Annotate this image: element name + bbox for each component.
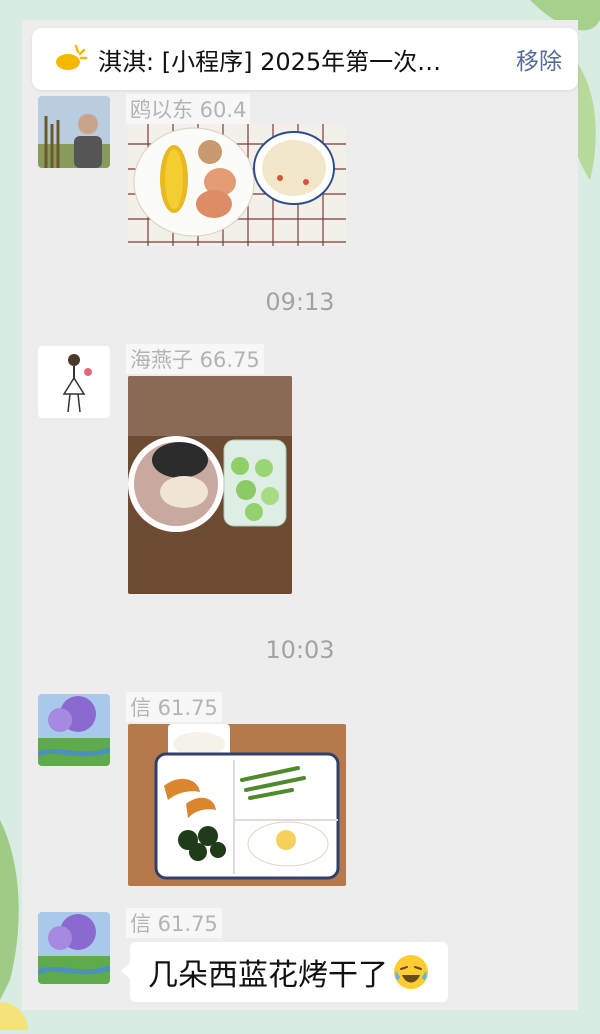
message-text: 几朵西蓝花烤干了 bbox=[148, 958, 388, 993]
laughing-crying-emoji-icon bbox=[392, 953, 430, 991]
chat-timestamp: 09:13 bbox=[265, 288, 335, 316]
sender-nickname: 海燕子 66.75 bbox=[126, 344, 264, 374]
pinned-message-banner[interactable]: 淇淇: [小程序] 2025年第一次… 移除 bbox=[32, 28, 578, 90]
chat-timestamp: 10:03 bbox=[265, 636, 335, 664]
sender-nickname: 鸥以东 60.4 bbox=[126, 94, 251, 124]
chat-photo[interactable] bbox=[128, 376, 292, 594]
avatar-landscape-icon[interactable] bbox=[38, 694, 110, 766]
chat-photo[interactable] bbox=[128, 124, 346, 246]
avatar-person-icon[interactable] bbox=[38, 96, 110, 168]
pinned-message-text: 淇淇: [小程序] 2025年第一次… bbox=[98, 47, 442, 76]
sender-nickname: 信 61.75 bbox=[126, 692, 222, 722]
message-bubble[interactable]: 几朵西蓝花烤干了 bbox=[121, 942, 448, 1002]
avatar-landscape-icon[interactable] bbox=[38, 912, 110, 984]
remove-pin-button[interactable]: 移除 bbox=[516, 42, 574, 76]
sender-nickname: 信 61.75 bbox=[126, 908, 222, 938]
mini-program-icon bbox=[54, 42, 88, 76]
chat-photo[interactable] bbox=[128, 724, 346, 886]
avatar-girl-icon[interactable] bbox=[38, 346, 110, 418]
